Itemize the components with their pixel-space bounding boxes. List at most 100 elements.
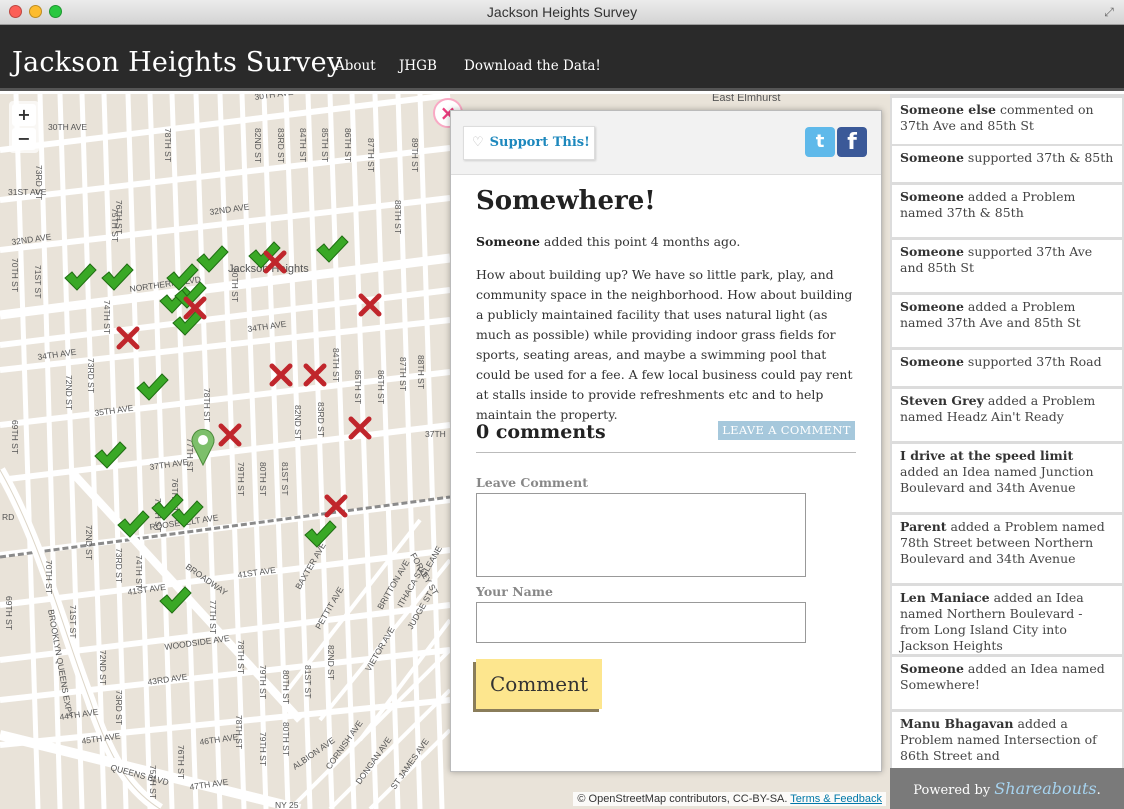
map-street-label: 73RD ST bbox=[114, 690, 124, 725]
activity-actor: Steven Grey bbox=[900, 393, 984, 408]
map-street-label: 86TH ST bbox=[376, 370, 386, 404]
activity-actor: Someone bbox=[900, 299, 964, 314]
activity-actor: Someone bbox=[900, 354, 964, 369]
map-street-label: 71ST ST bbox=[33, 265, 43, 298]
nav-jhgb[interactable]: JHGB bbox=[399, 58, 437, 74]
activity-actor: Someone bbox=[900, 661, 964, 676]
map-street-label: 73RD ST bbox=[86, 358, 96, 393]
place-description: How about building up? We have so little… bbox=[476, 267, 853, 422]
map-street-label: 82ND ST bbox=[293, 405, 303, 440]
nav-download-data[interactable]: Download the Data! bbox=[464, 58, 601, 74]
place-detail-panel: ♡ Support This! t f Somewhere! Someone ad… bbox=[450, 110, 882, 772]
support-label: Support This! bbox=[489, 135, 590, 150]
map-street-label: 83RD ST bbox=[316, 402, 326, 437]
zoom-control: + − bbox=[9, 101, 39, 153]
map-street-label: 41ST AVE bbox=[127, 582, 167, 597]
your-name-input[interactable] bbox=[476, 602, 806, 643]
activity-text: supported 37th Road bbox=[963, 354, 1102, 369]
map-street-label: 69TH ST bbox=[4, 596, 14, 630]
powered-by-footer: Powered by Shareabouts. bbox=[890, 768, 1124, 809]
zoom-out-button[interactable]: − bbox=[12, 128, 36, 150]
nav-about[interactable]: About bbox=[335, 58, 376, 74]
activity-item[interactable]: Someone supported 37th Ave and 85th St bbox=[892, 240, 1122, 292]
map-street-label: 78TH ST bbox=[236, 640, 246, 674]
activity-actor: Manu Bhagavan bbox=[900, 716, 1014, 731]
activity-feed[interactable]: Someone else commented on 37th Ave and 8… bbox=[890, 94, 1124, 809]
activity-item[interactable]: Steven Grey added a Problem named Headz … bbox=[892, 389, 1122, 441]
window-titlebar: Jackson Heights Survey ⤢ bbox=[0, 0, 1124, 25]
map-street-label: NY 25 bbox=[275, 800, 299, 809]
divider bbox=[476, 452, 856, 453]
map-street-label: 80TH ST bbox=[281, 670, 291, 704]
facebook-share-icon[interactable]: f bbox=[837, 127, 867, 157]
leave-comment-label: Leave Comment bbox=[476, 475, 588, 490]
map-street-label: 87TH ST bbox=[366, 138, 376, 172]
site-header: Jackson Heights Survey About JHGB Downlo… bbox=[0, 25, 1124, 91]
comment-textarea[interactable] bbox=[476, 493, 806, 577]
map-street-label: 86TH ST bbox=[343, 128, 353, 162]
activity-actor: Someone else bbox=[900, 102, 996, 117]
map-attribution: © OpenStreetMap contributors, CC-BY-SA. … bbox=[573, 792, 886, 806]
leave-comment-button[interactable]: LEAVE A COMMENT bbox=[718, 421, 855, 440]
map-street-label: 75TH ST bbox=[110, 208, 120, 242]
map-street-label: 73RD ST bbox=[114, 548, 124, 583]
shareabouts-logo[interactable]: Shareabouts bbox=[994, 779, 1096, 798]
map-street-label: 79TH ST bbox=[258, 732, 268, 766]
map-street-label: 88TH ST bbox=[393, 200, 403, 234]
activity-actor: Someone bbox=[900, 244, 964, 259]
activity-item[interactable]: Someone added an Idea named Somewhere! bbox=[892, 657, 1122, 709]
site-title[interactable]: Jackson Heights Survey bbox=[12, 47, 342, 78]
pin-center-icon bbox=[198, 435, 208, 445]
map-street-label: 78TH ST bbox=[163, 128, 173, 162]
fullscreen-icon[interactable]: ⤢ bbox=[1102, 5, 1116, 19]
your-name-label: Your Name bbox=[476, 584, 553, 599]
map-street-label: 84TH ST bbox=[331, 348, 341, 382]
map-street-label: 88TH ST bbox=[416, 355, 426, 389]
map-street-label: 34TH AVE bbox=[247, 319, 287, 334]
map-street-label: 72ND ST bbox=[98, 650, 108, 685]
map-street-label: 84TH ST bbox=[298, 128, 308, 162]
map-street-label: 85TH ST bbox=[320, 128, 330, 162]
map-street-label: 83RD ST bbox=[276, 128, 286, 163]
attribution-text: © OpenStreetMap contributors, CC-BY-SA. bbox=[577, 793, 788, 805]
map-street-label: 80TH ST bbox=[281, 722, 291, 756]
activity-item[interactable]: Someone supported 37th Road bbox=[892, 350, 1122, 386]
place-meta-text: added this point 4 months ago. bbox=[539, 234, 741, 249]
map-street-label: 85TH ST bbox=[353, 370, 363, 404]
map-street-label: 82ND ST bbox=[326, 645, 336, 680]
map-street-label: RD bbox=[2, 512, 14, 522]
comments-count: 0 comments bbox=[476, 421, 606, 443]
activity-item[interactable]: Parent added a Problem named 78th Street… bbox=[892, 515, 1122, 583]
activity-item[interactable]: Someone added a Problem named 37th & 85t… bbox=[892, 185, 1122, 237]
place-meta: Someone added this point 4 months ago. bbox=[476, 234, 740, 249]
map-street-label: 70TH ST bbox=[10, 258, 20, 292]
support-button[interactable]: ♡ Support This! bbox=[463, 126, 595, 160]
map-street-label: 72ND ST bbox=[84, 525, 94, 560]
window-title: Jackson Heights Survey bbox=[486, 4, 638, 20]
activity-item[interactable]: Len Maniace added an Idea named Northern… bbox=[892, 586, 1122, 654]
map-street-label: 78TH ST bbox=[234, 715, 244, 749]
activity-item[interactable]: Manu Bhagavan added a Problem named Inte… bbox=[892, 712, 1122, 772]
map-street-label: 81ST ST bbox=[303, 665, 313, 698]
map-street-label: 74TH ST bbox=[134, 555, 144, 589]
activity-actor: Parent bbox=[900, 519, 947, 534]
activity-text: supported 37th & 85th bbox=[963, 150, 1114, 165]
panel-toolbar: ♡ Support This! t f bbox=[451, 111, 881, 175]
powered-by-suffix: . bbox=[1096, 783, 1101, 798]
terms-feedback-link[interactable]: Terms & Feedback bbox=[790, 793, 882, 805]
map-street-label: 30TH AVE bbox=[48, 122, 87, 132]
submit-comment-button[interactable]: Comment bbox=[476, 659, 602, 709]
twitter-share-icon[interactable]: t bbox=[805, 127, 835, 157]
activity-item[interactable]: Someone added a Problem named 37th Ave a… bbox=[892, 295, 1122, 347]
map-street-label: East Elmhurst bbox=[712, 94, 780, 104]
map-street-label: 70TH ST bbox=[44, 560, 54, 594]
map-street-label: 77TH ST bbox=[208, 600, 218, 634]
place-author: Someone bbox=[476, 234, 540, 249]
zoom-in-button[interactable]: + bbox=[12, 104, 36, 126]
map-street-label: 81ST ST bbox=[280, 462, 290, 495]
activity-item[interactable]: Someone supported 37th & 85th bbox=[892, 146, 1122, 182]
activity-item[interactable]: Someone else commented on 37th Ave and 8… bbox=[892, 98, 1122, 144]
idea-marker-check-icon[interactable] bbox=[64, 263, 97, 291]
activity-item[interactable]: I drive at the speed limit added an Idea… bbox=[892, 444, 1122, 512]
idea-marker-check-icon[interactable] bbox=[136, 373, 169, 401]
